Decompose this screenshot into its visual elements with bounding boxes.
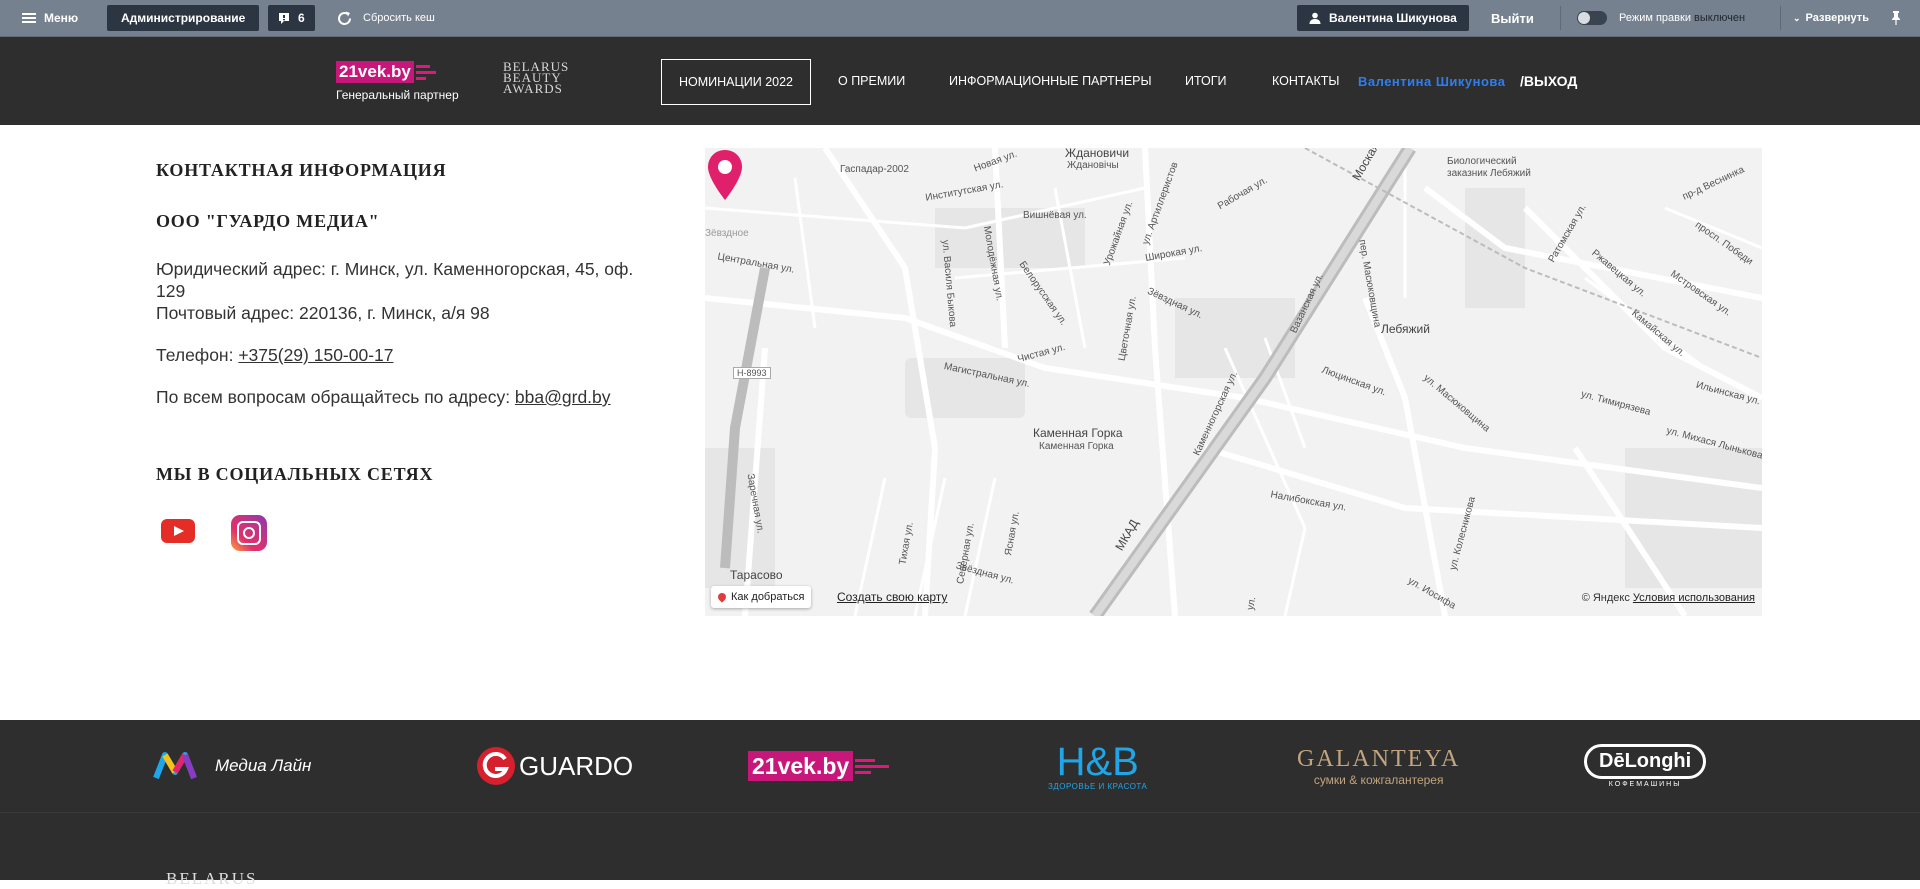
site-footer: BELARUS bbox=[0, 813, 1920, 888]
social-links bbox=[156, 515, 656, 551]
header-user-name[interactable]: Валентина Шикунова bbox=[1358, 59, 1505, 103]
site-header: 21vek.by Генеральный партнер BELARUS BEA… bbox=[0, 37, 1920, 125]
galanteya-text: GALANTEYA bbox=[1297, 745, 1461, 772]
media-line-text: Медиа Лайн bbox=[215, 756, 312, 775]
contact-section: КОНТАКТНАЯ ИНФОРМАЦИЯ ООО "ГУАРДО МЕДИА"… bbox=[156, 160, 656, 551]
highway-sign: H-8993 bbox=[733, 367, 771, 379]
guardo-icon bbox=[477, 747, 515, 785]
location-pin-icon[interactable] bbox=[705, 148, 745, 202]
nav-about[interactable]: О ПРЕМИИ bbox=[838, 59, 905, 103]
partner-guardo-logo[interactable]: GUARDO bbox=[475, 720, 633, 812]
map-label: ул. bbox=[1245, 595, 1259, 612]
delonghi-subtext: КОФЕМАШИНЫ bbox=[1608, 781, 1682, 788]
21vek-footer-text: 21vek.by bbox=[748, 751, 854, 781]
legal-address: Юридический адрес: г. Минск, ул. Каменно… bbox=[156, 259, 634, 301]
hb-text: H&B bbox=[1056, 739, 1139, 784]
yandex-map[interactable]: Ждановичи Ждановічы Гаспадар-2002 Новая … bbox=[705, 148, 1762, 616]
expand-label: Развернуть bbox=[1805, 12, 1869, 24]
phone-line: Телефон: +375(29) 150-00-17 bbox=[156, 344, 656, 366]
map-label: Зёвздное bbox=[705, 228, 749, 239]
menu-label: Меню bbox=[44, 11, 79, 25]
email-link[interactable]: bba@grd.by bbox=[515, 387, 611, 407]
partner-caption: Генеральный партнер bbox=[336, 88, 459, 102]
edit-mode-label: Режим правки выключен bbox=[1619, 12, 1746, 24]
map-label: Лебяжий bbox=[1381, 322, 1430, 336]
partner-21vek-logo[interactable]: 21vek.by bbox=[748, 720, 890, 812]
instagram-icon[interactable] bbox=[231, 515, 267, 551]
refresh-icon bbox=[338, 11, 351, 25]
terms-link[interactable]: Условия использования bbox=[1633, 592, 1755, 604]
map-label: Тарасово bbox=[730, 568, 783, 582]
hamburger-icon bbox=[22, 13, 36, 23]
postal-address: Почтовый адрес: 220136, г. Минск, а/я 98 bbox=[156, 303, 490, 323]
footer-logo[interactable]: BELARUS bbox=[166, 869, 257, 889]
map-label: Вишнёвая ул. bbox=[1023, 210, 1087, 221]
clear-cache-button[interactable]: Сбросить кеш bbox=[336, 0, 435, 36]
company-name: ООО "ГУАРДО МЕДИА" bbox=[156, 211, 380, 231]
hb-subtext: ЗДОРОВЬЕ И КРАСОТА bbox=[1048, 781, 1148, 791]
email-line: По всем вопросам обращайтесь по адресу: … bbox=[156, 386, 656, 408]
media-line-icon bbox=[153, 752, 197, 780]
social-title: МЫ В СОЦИАЛЬНЫХ СЕТЯХ bbox=[156, 464, 434, 484]
partner-delonghi-logo[interactable]: DēLonghi КОФЕМАШИНЫ bbox=[1584, 720, 1707, 812]
partner-media-line-logo[interactable]: Медиа Лайн bbox=[153, 720, 311, 812]
galanteya-subtext: сумки & кожгалантерея bbox=[1313, 772, 1444, 787]
21vek-logo: 21vek.by bbox=[336, 61, 436, 83]
divider bbox=[1560, 6, 1561, 30]
guardo-text: GUARDO bbox=[519, 750, 634, 781]
copyright-text: © Яндекс bbox=[1581, 592, 1630, 604]
map-label: Каменная Горка bbox=[1039, 441, 1114, 452]
email-label: По всем вопросам обращайтесь по адресу: bbox=[156, 387, 515, 407]
phone-label: Телефон: bbox=[156, 345, 239, 365]
user-name: Валентина Шикунова bbox=[1329, 11, 1457, 25]
belarus-beauty-awards-logo[interactable]: BELARUS BEAUTY AWARDS bbox=[503, 60, 569, 95]
map-label: Гаспадар-2002 bbox=[840, 164, 909, 175]
header-exit-link[interactable]: /ВЫХОД bbox=[1520, 59, 1577, 103]
administration-button[interactable]: Администрирование bbox=[107, 5, 260, 31]
route-label: Как добраться bbox=[731, 591, 805, 603]
user-icon bbox=[1309, 12, 1321, 24]
edit-mode-state: выключен bbox=[1694, 12, 1746, 24]
partner-hb-logo[interactable]: H&B ЗДОРОВЬЕ И КРАСОТА bbox=[1048, 720, 1147, 812]
route-button[interactable]: Как добраться bbox=[711, 586, 812, 608]
map-copyright: © Яндекс Условия использования bbox=[1582, 592, 1755, 604]
expand-button[interactable]: ⌄ Развернуть bbox=[1793, 0, 1869, 36]
divider bbox=[1780, 6, 1781, 30]
user-profile-button[interactable]: Валентина Шикунова bbox=[1297, 5, 1469, 31]
chevron-down-icon: ⌄ bbox=[1793, 12, 1801, 23]
edit-mode-toggle[interactable]: Режим правки выключен bbox=[1577, 0, 1745, 36]
youtube-icon[interactable] bbox=[161, 519, 195, 543]
route-pin-icon bbox=[716, 591, 728, 603]
clear-cache-label: Сбросить кеш bbox=[363, 12, 435, 24]
create-map-link[interactable]: Создать свою карту bbox=[837, 590, 947, 604]
phone-link[interactable]: +375(29) 150-00-17 bbox=[238, 345, 393, 365]
general-partner-logo[interactable]: 21vek.by Генеральный партнер bbox=[336, 61, 459, 102]
nav-contacts[interactable]: КОНТАКТЫ bbox=[1272, 59, 1339, 103]
nav-results[interactable]: ИТОГИ bbox=[1185, 59, 1227, 103]
nav-info-partners[interactable]: ИНФОРМАЦИОННЫЕ ПАРТНЕРЫ bbox=[949, 59, 1152, 103]
partner-galanteya-logo[interactable]: GALANTEYA сумки & кожгалантерея bbox=[1297, 720, 1460, 812]
delonghi-text: DēLonghi bbox=[1584, 744, 1707, 779]
toggle-switch[interactable] bbox=[1577, 11, 1607, 25]
notifications-count: 6 bbox=[298, 11, 305, 25]
map-label: Биологический заказник Лебяжий bbox=[1447, 156, 1531, 179]
admin-bar: Меню Администрирование 6 Сбросить кеш Ва… bbox=[0, 0, 1920, 37]
pin-icon[interactable] bbox=[1891, 0, 1901, 36]
map-label: Ждановічы bbox=[1067, 160, 1119, 171]
menu-button[interactable]: Меню bbox=[22, 0, 78, 36]
map-label: Каменная Горка bbox=[1033, 426, 1123, 440]
contact-title: КОНТАКТНАЯ ИНФОРМАЦИЯ bbox=[156, 160, 447, 180]
logout-button[interactable]: Выйти bbox=[1491, 0, 1534, 36]
notifications-button[interactable]: 6 bbox=[268, 5, 315, 31]
map-label: Ждановичи bbox=[1065, 148, 1130, 160]
partners-strip: Медиа Лайн GUARDO 21vek.by H&B ЗДОРОВЬЕ … bbox=[0, 720, 1920, 813]
notification-icon bbox=[279, 12, 289, 24]
nav-nominations[interactable]: НОМИНАЦИИ 2022 bbox=[661, 59, 812, 105]
